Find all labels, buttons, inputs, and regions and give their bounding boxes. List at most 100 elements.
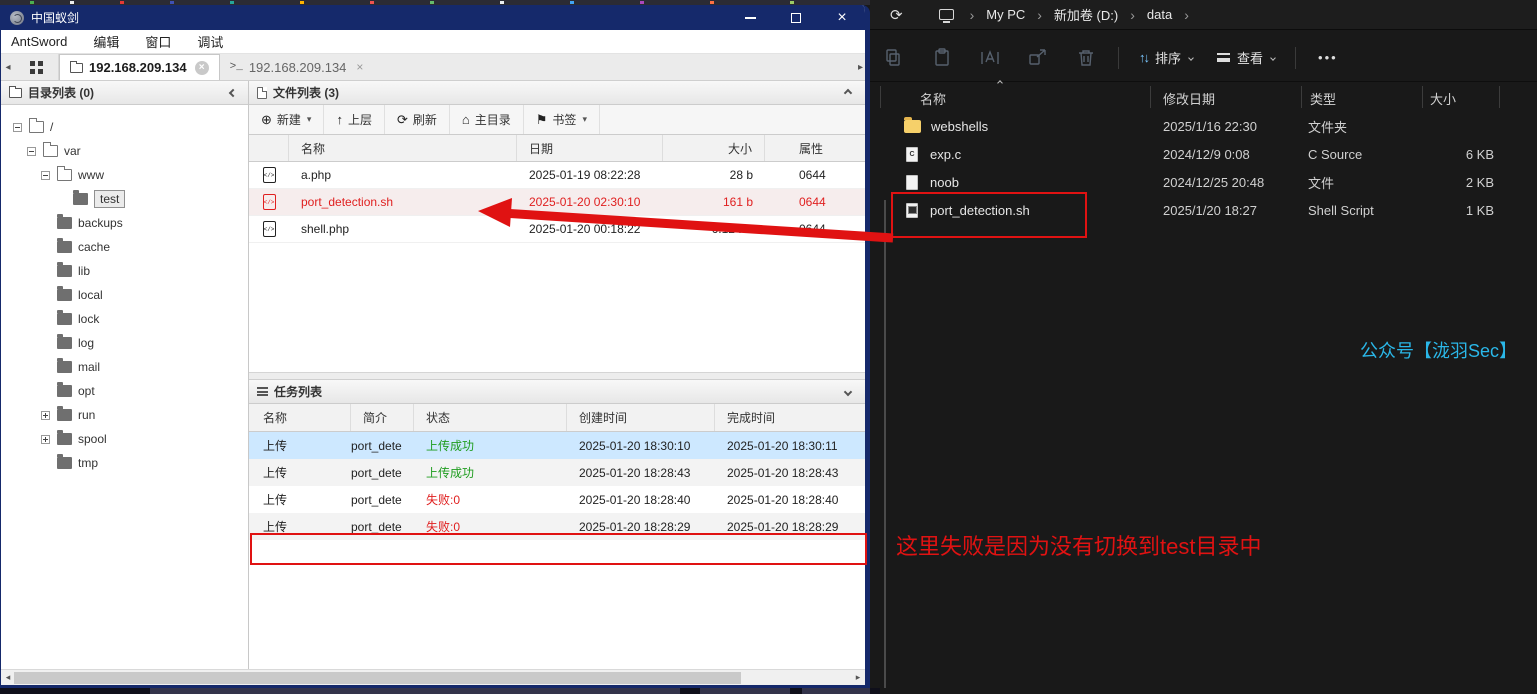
tab-scroll-right[interactable]: ▸ <box>858 54 863 80</box>
tree-item-root[interactable]: / <box>1 115 248 139</box>
minimize-icon <box>744 16 756 19</box>
scroll-right-icon[interactable]: ▸ <box>851 670 865 685</box>
explorer-scrollbar[interactable] <box>884 200 886 688</box>
copy-button[interactable] <box>870 48 918 68</box>
directory-panel: 目录列表 (0) / var www test backups cache li… <box>1 81 249 669</box>
tab-scroll-left[interactable]: ◂ <box>1 54 15 80</box>
folder-icon <box>9 85 22 98</box>
tree-item-tmp[interactable]: tmp <box>1 451 248 475</box>
share-button[interactable] <box>1014 48 1062 68</box>
more-options-button[interactable]: ••• <box>1304 50 1352 65</box>
tree-item-backups[interactable]: backups <box>1 211 248 235</box>
view-list-icon <box>1217 53 1231 62</box>
tree-item-lib[interactable]: lib <box>1 259 248 283</box>
close-tab-icon[interactable]: × <box>356 60 363 74</box>
menu-window[interactable]: 窗口 <box>132 32 184 51</box>
collapse-panel-icon[interactable] <box>228 88 238 97</box>
explorer-column-header: 名称 修改日期 类型 大小 <box>880 80 1530 110</box>
chevron-right-icon: › <box>969 6 975 23</box>
chevron-right-icon: › <box>1184 6 1189 23</box>
view-button[interactable]: 查看 <box>1205 48 1287 67</box>
column-task-status[interactable]: 状态 <box>414 404 567 431</box>
taskbar-strip <box>0 688 880 694</box>
tree-item-run[interactable]: run <box>1 403 248 427</box>
breadcrumb-my-pc[interactable]: My PC <box>986 7 1025 22</box>
up-level-button[interactable]: ↑ 上层 <box>324 105 385 134</box>
task-table-header: 名称 简介 状态 创建时间 完成时间 <box>249 404 865 432</box>
refresh-button[interactable]: ⟳ 刷新 <box>385 105 450 134</box>
delete-button[interactable] <box>1062 48 1110 68</box>
column-size[interactable]: 大小 <box>1430 89 1456 108</box>
tab-terminal-label: 192.168.209.134 <box>248 59 347 75</box>
column-date[interactable]: 日期 <box>517 135 663 161</box>
close-button[interactable]: × <box>819 5 865 30</box>
tree-item-opt[interactable]: opt <box>1 379 248 403</box>
minimize-button[interactable] <box>727 5 773 30</box>
column-task-name[interactable]: 名称 <box>249 404 351 431</box>
annotation-note: 这里失败是因为没有切换到test目录中 <box>896 534 1262 559</box>
tab-terminal-session[interactable]: >_ 192.168.209.134 × <box>220 54 374 80</box>
trash-icon <box>1079 49 1093 66</box>
horizontal-scrollbar[interactable]: ◂ ▸ <box>1 669 865 685</box>
tree-item-lock[interactable]: lock <box>1 307 248 331</box>
column-task-desc[interactable]: 简介 <box>351 404 414 431</box>
breadcrumb-drive-d[interactable]: 新加卷 (D:) <box>1054 5 1118 24</box>
new-button[interactable]: ⊕ 新建 ▾ <box>249 105 325 134</box>
maximize-button[interactable] <box>773 5 819 30</box>
task-row[interactable]: 上传 port_dete 上传成功 2025-01-20 18:28:43 20… <box>249 459 865 486</box>
close-tab-icon[interactable]: × <box>194 60 209 75</box>
tree-item-log[interactable]: log <box>1 331 248 355</box>
explorer-row-exp-c[interactable]: Cexp.c 2024/12/9 0:08 C Source 6 KB <box>880 140 1530 168</box>
column-task-created[interactable]: 创建时间 <box>567 404 715 431</box>
rename-button[interactable] <box>966 48 1014 68</box>
collapse-icon[interactable] <box>13 122 22 132</box>
menu-debug[interactable]: 调试 <box>184 32 236 51</box>
expand-icon[interactable] <box>41 410 50 420</box>
column-name[interactable]: 名称 <box>920 89 946 108</box>
tree-item-var[interactable]: var <box>1 139 248 163</box>
collapse-icon[interactable] <box>27 146 36 156</box>
scrollbar-thumb[interactable] <box>14 672 741 684</box>
menu-antsword[interactable]: AntSword <box>1 34 80 49</box>
column-perm[interactable]: 属性 <box>765 135 865 161</box>
code-file-icon: </> <box>262 194 276 210</box>
folder-open-icon <box>57 166 72 181</box>
tree-item-www[interactable]: www <box>1 163 248 187</box>
collapse-panel-icon[interactable] <box>843 88 853 97</box>
panel-splitter[interactable] <box>249 372 865 380</box>
tree-item-local[interactable]: local <box>1 283 248 307</box>
explorer-row-webshells[interactable]: webshells 2025/1/16 22:30 文件夹 <box>880 112 1530 140</box>
sort-button[interactable]: ↑↓ 排序 <box>1127 48 1205 67</box>
this-pc-icon[interactable] <box>938 9 954 23</box>
task-row-failed[interactable]: 上传 port_dete 失败:0 2025-01-20 18:28:40 20… <box>249 486 865 513</box>
divider <box>1118 46 1119 69</box>
column-type[interactable]: 类型 <box>1310 89 1336 108</box>
scroll-left-icon[interactable]: ◂ <box>1 670 15 685</box>
home-directory-button[interactable]: ⌂ 主目录 <box>450 105 524 134</box>
column-name[interactable]: 名称 <box>289 135 517 161</box>
task-row[interactable]: 上传 port_dete 上传成功 2025-01-20 18:30:10 20… <box>249 432 865 459</box>
menu-edit[interactable]: 编辑 <box>80 32 132 51</box>
refresh-icon[interactable]: ⟳ <box>890 6 903 24</box>
tree-item-test[interactable]: test <box>1 187 248 211</box>
terminal-icon: >_ <box>229 61 243 73</box>
column-size[interactable]: 大小 <box>663 135 765 161</box>
tree-item-mail[interactable]: mail <box>1 355 248 379</box>
bookmark-button[interactable]: ⚑ 书签 ▾ <box>524 105 600 134</box>
code-file-icon: </> <box>262 221 276 237</box>
chevron-down-icon <box>1188 54 1194 61</box>
explorer-breadcrumb-bar: ⟳ › My PC › 新加卷 (D:) › data › <box>870 0 1537 30</box>
collapse-panel-icon[interactable] <box>843 387 853 396</box>
expand-icon[interactable] <box>41 434 50 444</box>
breadcrumb-data[interactable]: data <box>1147 7 1172 22</box>
collapse-icon[interactable] <box>41 170 50 180</box>
column-task-completed[interactable]: 完成时间 <box>715 404 865 431</box>
tree-item-cache[interactable]: cache <box>1 235 248 259</box>
tab-dashboard[interactable] <box>15 54 59 80</box>
column-modified[interactable]: 修改日期 <box>1163 89 1215 108</box>
plus-circle-icon: ⊕ <box>261 111 272 127</box>
folder-icon <box>57 334 72 349</box>
tab-shell-session[interactable]: 192.168.209.134 × <box>59 54 220 80</box>
paste-button[interactable] <box>918 47 966 68</box>
tree-item-spool[interactable]: spool <box>1 427 248 451</box>
